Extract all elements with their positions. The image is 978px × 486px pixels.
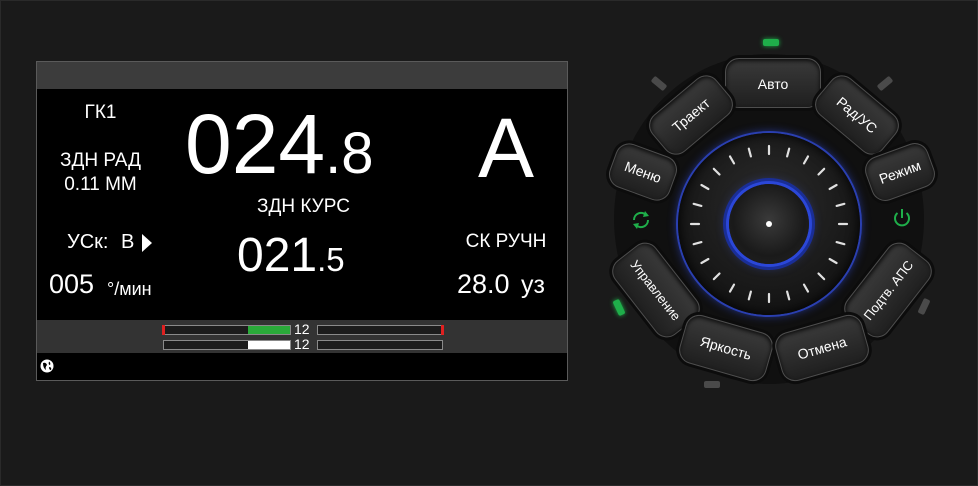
- knob-tick: [700, 183, 710, 191]
- knob-tick: [700, 257, 710, 265]
- heading-cell: 024.8 ЗДН КУРС 021.5: [165, 92, 442, 318]
- knob-tick: [835, 241, 846, 246]
- knob-tick: [712, 272, 721, 281]
- rudder-value-bottom: 12: [294, 336, 310, 352]
- globe-icon: [40, 359, 54, 373]
- speed-label: СК РУЧН: [465, 231, 547, 252]
- confirm-led: [917, 297, 931, 316]
- auto-led: [763, 39, 779, 46]
- knob-tick: [802, 155, 810, 165]
- knob-tick: [786, 290, 791, 301]
- steering-led: [612, 298, 626, 317]
- knob-tick: [692, 241, 703, 246]
- knob-tick: [817, 272, 826, 281]
- knob-tick: [712, 167, 721, 176]
- mode-letter: А: [477, 101, 535, 195]
- speed-cell: СК РУЧН 28.0 уз: [445, 209, 567, 318]
- knob-tick: [728, 155, 736, 165]
- track-led: [650, 75, 668, 92]
- set-radius-value: 0.11 ММ: [64, 174, 137, 195]
- mode-cell: А: [445, 92, 567, 206]
- knob-tick: [817, 167, 826, 176]
- knob-tick: [692, 202, 703, 207]
- brightness-led: [704, 381, 720, 388]
- rudder-bar-right-bottom: [317, 340, 443, 350]
- turn-side-indicator: В: [121, 231, 135, 253]
- knob-tick: [802, 283, 810, 293]
- knob-tick: [786, 147, 791, 158]
- knob-tick: [828, 183, 838, 191]
- knob-tick: [828, 257, 838, 265]
- autopilot-panel: ГК1 ЗДН РАД 0.11 ММ УСк: В 005 °/мин 024…: [0, 0, 978, 486]
- turn-rate-unit: °/мин: [107, 279, 152, 299]
- limit-marker-left-icon: [162, 325, 165, 335]
- turn-rate-value: 005: [49, 269, 95, 299]
- gyro-info-cell: ГК1 ЗДН РАД 0.11 ММ: [39, 92, 162, 206]
- rudder-bar-left-top: [162, 325, 291, 335]
- rudder-bars-strip: 12 12: [37, 320, 567, 353]
- knob-dial[interactable]: [729, 184, 809, 264]
- set-radius-label: ЗДН РАД: [60, 150, 141, 171]
- turn-rate-label: УСк:: [67, 231, 109, 253]
- power-icon[interactable]: [891, 207, 913, 229]
- status-strip: [37, 353, 567, 380]
- rad-us-led: [876, 75, 894, 92]
- set-heading-label: ЗДН КУРС: [257, 196, 350, 217]
- knob-tick: [728, 283, 736, 293]
- speed-unit: уз: [521, 271, 545, 299]
- limit-marker-right-icon: [441, 325, 444, 335]
- current-heading-value: 024.8: [185, 97, 374, 191]
- turn-rate-cell: УСк: В 005 °/мин: [39, 209, 162, 318]
- rotary-knob[interactable]: [678, 133, 860, 315]
- knob-tick: [835, 202, 846, 207]
- knob-center-dot: [766, 221, 772, 227]
- display-screen: ГК1 ЗДН РАД 0.11 ММ УСк: В 005 °/мин 024…: [36, 61, 568, 381]
- speed-value: 28.0: [457, 269, 510, 299]
- auto-button[interactable]: Авто: [725, 58, 821, 108]
- rudder-bar-left-bottom: [163, 340, 291, 350]
- knob-tick: [747, 147, 752, 158]
- rudder-bar-fill-top: [248, 326, 290, 334]
- rudder-bar-right-top: [317, 325, 444, 335]
- knob-tick: [747, 290, 752, 301]
- set-heading-value: 021.5: [237, 229, 345, 282]
- refresh-icon[interactable]: [630, 209, 652, 231]
- rudder-bar-fill-bottom: [248, 341, 290, 349]
- rudder-value-top: 12: [294, 321, 310, 337]
- gyro-label: ГК1: [84, 102, 117, 123]
- play-arrow-icon: [142, 234, 152, 252]
- screen-title-bar: [37, 62, 567, 89]
